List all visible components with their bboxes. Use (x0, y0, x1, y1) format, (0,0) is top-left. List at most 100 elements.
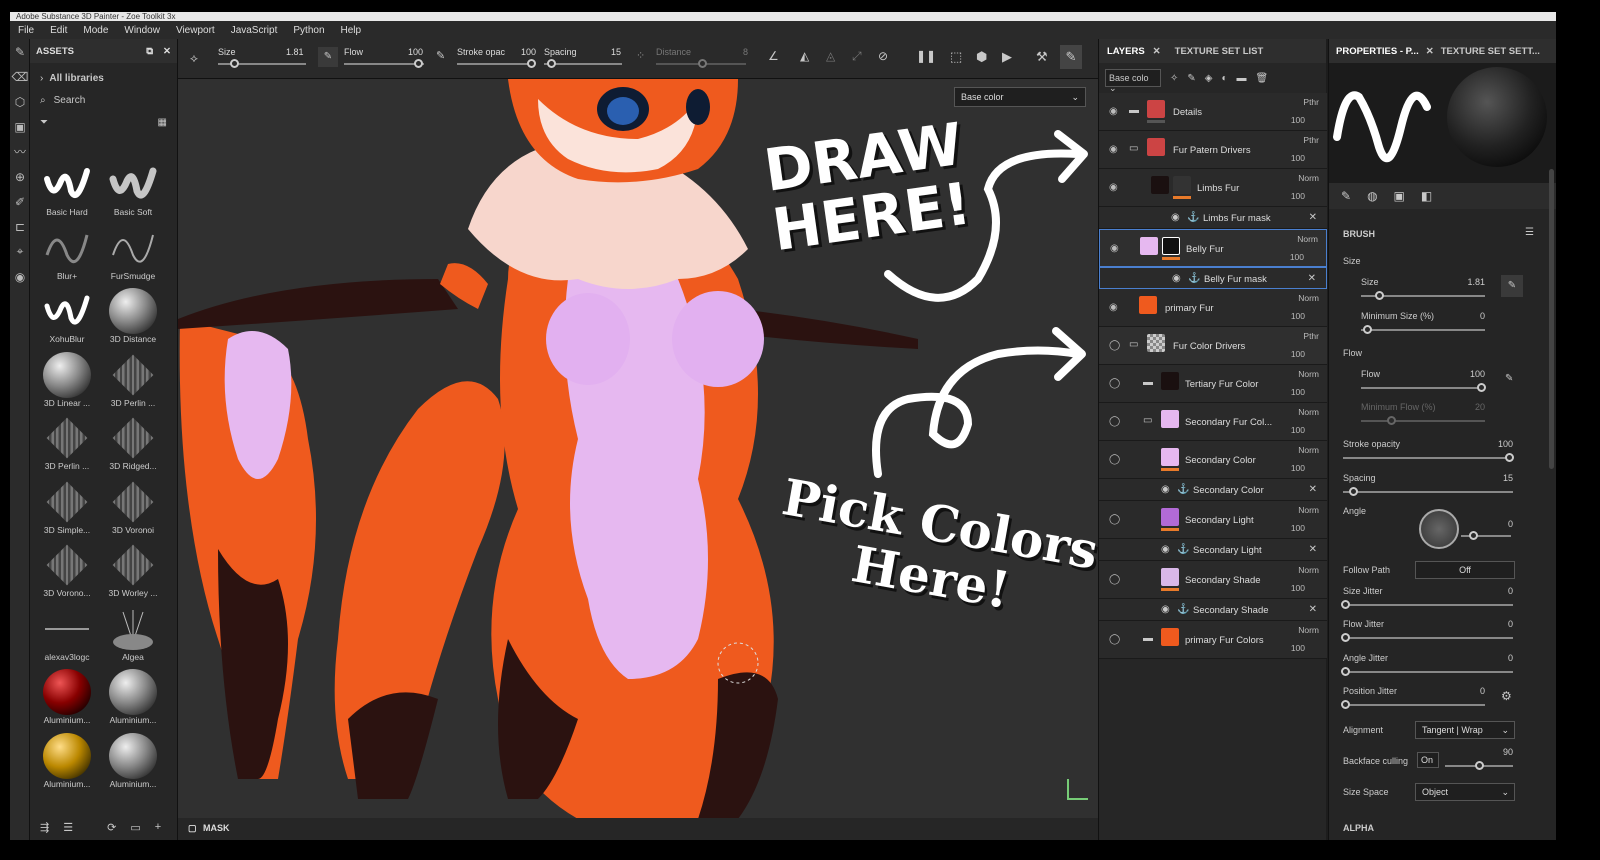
mask-bar[interactable]: ▢ MASK (178, 818, 1098, 840)
scrollbar[interactable] (1549, 169, 1554, 469)
eye-hidden-icon[interactable]: ◯ (1109, 514, 1120, 525)
stroke-opacity-slider[interactable] (1343, 457, 1513, 459)
render-icon[interactable]: ◉ (10, 264, 30, 289)
symmetry-icon[interactable]: ◭ (800, 49, 809, 63)
layer-row[interactable]: ◯ ▭ Secondary Fur Col... Norm 100 (1099, 403, 1327, 441)
asset-item[interactable]: Basic Soft (102, 161, 164, 225)
eye-hidden-icon[interactable]: ◯ (1109, 634, 1120, 645)
eye-hidden-icon[interactable]: ◯ (1109, 378, 1120, 389)
eye-icon[interactable]: ◉ (1161, 484, 1170, 495)
tab-texture-set-list[interactable]: TEXTURE SET LIST (1167, 46, 1272, 57)
layer-opacity[interactable]: 100 (1291, 523, 1305, 533)
library-selector[interactable]: › All libraries (30, 67, 177, 89)
flow-jitter-slider[interactable] (1343, 637, 1513, 639)
layer-blend[interactable]: Pthr (1303, 135, 1319, 145)
minflow-slider[interactable] (1361, 420, 1485, 422)
angle-value[interactable]: 0 (1477, 519, 1513, 529)
symmetry-alt-icon[interactable]: ◬ (826, 49, 835, 63)
projection-tool-icon[interactable]: ⬡ (10, 89, 30, 114)
3d-viewport[interactable]: DRAW HERE! Pick Colors Here! Base color … (178, 79, 1098, 840)
eraser-tool-icon[interactable]: ⌫ (10, 64, 30, 89)
add-icon[interactable]: + (155, 821, 161, 834)
layer-blend[interactable]: Norm (1298, 505, 1319, 515)
asset-item[interactable]: Blur+ (36, 225, 98, 289)
flow-knob[interactable] (414, 59, 423, 68)
layer-opacity[interactable]: 100 (1291, 191, 1305, 201)
asset-item[interactable]: Algea (102, 606, 164, 670)
asset-item[interactable]: alexav3logc (36, 606, 98, 670)
eye-icon[interactable]: ◉ (1109, 182, 1118, 193)
asset-item[interactable]: Aluminium... (36, 669, 98, 733)
menu-file[interactable]: File (10, 25, 42, 36)
layer-opacity[interactable]: 100 (1291, 349, 1305, 359)
layer-blend[interactable]: Pthr (1303, 331, 1319, 341)
mask-row[interactable]: ◉ ⚓ Secondary Shade ✕ (1099, 599, 1327, 621)
camera-frame-icon[interactable]: ⬚ (950, 49, 962, 65)
search-input[interactable]: Search (54, 95, 86, 106)
backface-toggle[interactable]: On (1417, 752, 1439, 768)
mask-row[interactable]: ◉ ⚓ Secondary Light ✕ (1099, 539, 1327, 561)
position-jitter-slider[interactable] (1343, 704, 1485, 706)
asset-item[interactable]: 3D Voronoi (102, 479, 164, 543)
layer-opacity[interactable]: 100 (1291, 387, 1305, 397)
paint-layer-icon[interactable]: ✎ (1187, 73, 1195, 84)
eye-icon[interactable]: ◉ (1161, 604, 1170, 615)
tab-texture-set-settings[interactable]: TEXTURE SET SETT... (1434, 46, 1547, 57)
close-icon[interactable]: ✕ (1309, 544, 1317, 555)
flow-knob[interactable] (1477, 383, 1486, 392)
eye-icon[interactable]: ◉ (1171, 212, 1180, 223)
flow-jitter-knob[interactable] (1341, 633, 1350, 642)
eye-hidden-icon[interactable]: ◯ (1109, 416, 1120, 427)
menu-window[interactable]: Window (116, 25, 168, 36)
size-space-dropdown[interactable]: Object ⌄ (1415, 783, 1515, 801)
brush-tab-icon[interactable]: ✎ (1341, 189, 1351, 203)
eye-hidden-icon[interactable]: ◯ (1109, 574, 1120, 585)
layer-row[interactable]: ◉ primary Fur Norm 100 (1099, 289, 1327, 327)
brush-mode-icon[interactable]: ⚒ (1036, 49, 1048, 65)
viewport-channel-dropdown[interactable]: Base color ⌄ (954, 87, 1086, 107)
mask-icon[interactable]: ◐ (1221, 73, 1227, 84)
size-value[interactable]: 1.81 (286, 47, 304, 57)
layer-opacity[interactable]: 100 (1291, 115, 1305, 125)
layer-blend[interactable]: Norm (1297, 234, 1318, 244)
fill-layer-icon[interactable]: ◈ (1205, 73, 1213, 84)
cube-view-icon[interactable]: ⬢ (976, 49, 987, 65)
spacing-slider[interactable] (1343, 491, 1513, 493)
layer-blend[interactable]: Norm (1298, 625, 1319, 635)
flow-jitter-value[interactable]: 0 (1477, 619, 1513, 629)
angle-jitter-knob[interactable] (1341, 667, 1350, 676)
eye-icon[interactable]: ◉ (1172, 273, 1181, 284)
pen-pressure-icon[interactable]: ✎ (318, 47, 338, 67)
close-icon[interactable]: ✕ (1153, 46, 1161, 57)
distance-value[interactable]: 8 (743, 47, 748, 57)
flow-slider[interactable] (1361, 387, 1485, 389)
filter-icon[interactable]: ⏷ (40, 117, 48, 128)
pen-icon[interactable]: ✎ (1505, 373, 1513, 384)
mask-row[interactable]: ◉ ⚓ Belly Fur mask ✕ (1099, 267, 1327, 289)
angle-knob[interactable] (1469, 531, 1478, 540)
menu-edit[interactable]: Edit (42, 25, 75, 36)
lazy-mouse-icon[interactable]: ⟡ (190, 51, 198, 66)
distance-icon[interactable]: ⁘ (636, 49, 645, 62)
layer-blend[interactable]: Norm (1298, 369, 1319, 379)
alignment-dropdown[interactable]: Tangent | Wrap ⌄ (1415, 721, 1515, 739)
stroke-opacity-value[interactable]: 100 (521, 47, 536, 57)
gear-icon[interactable]: ⚙ (1501, 689, 1512, 703)
folder-icon[interactable]: ▭ (130, 821, 140, 834)
refresh-icon[interactable]: ⟳ (107, 821, 116, 834)
mask-checkbox-icon[interactable]: ▢ (188, 823, 197, 833)
stroke-opacity-knob[interactable] (1505, 453, 1514, 462)
asset-item[interactable]: 3D Simple... (36, 479, 98, 543)
camera-icon[interactable]: ▶ (1002, 49, 1012, 65)
layer-opacity[interactable]: 100 (1291, 643, 1305, 653)
layer-opacity[interactable]: 100 (1291, 425, 1305, 435)
layer-blend[interactable]: Norm (1298, 173, 1319, 183)
layer-row-selected[interactable]: ◉ Belly Fur Norm 100 (1099, 229, 1327, 267)
layer-row[interactable]: ◯ Secondary Shade Norm 100 (1099, 561, 1327, 599)
follow-path-toggle[interactable]: Off (1415, 561, 1515, 579)
asset-item[interactable]: 3D Distance (102, 288, 164, 352)
mask-row[interactable]: ◉ ⚓ Limbs Fur mask ✕ (1099, 207, 1327, 229)
minsize-slider[interactable] (1361, 329, 1485, 331)
paint-mode-icon[interactable]: ✎ (1060, 45, 1082, 69)
list-view-icon[interactable]: ☰ (63, 821, 73, 834)
